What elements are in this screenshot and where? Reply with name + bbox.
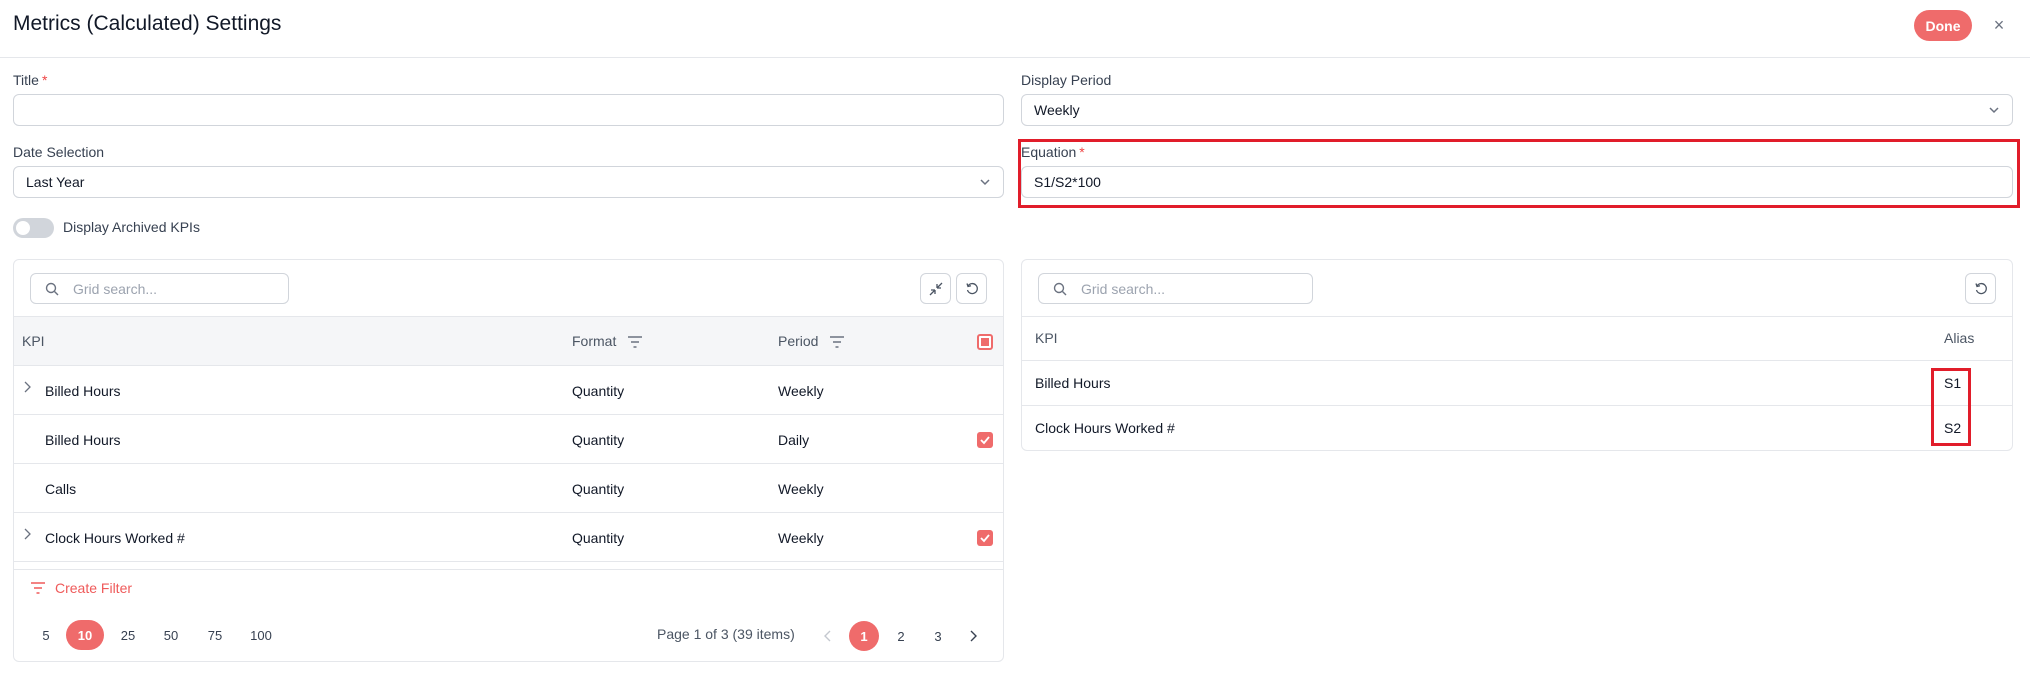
date-selection-label: Date Selection: [13, 144, 105, 160]
chevron-down-icon: [980, 179, 990, 186]
page-size-25[interactable]: 25: [117, 620, 139, 650]
table-row[interactable]: Clock Hours Worked # S2: [1022, 406, 2012, 451]
reset-icon: [1974, 282, 1987, 294]
table-row[interactable]: Calls Quantity Weekly: [14, 464, 1003, 513]
search-icon: [45, 282, 59, 296]
page-info: Page 1 of 3 (39 items): [657, 626, 795, 642]
title-label: Title *: [13, 72, 47, 88]
page-3[interactable]: 3: [923, 621, 953, 651]
search-placeholder: Grid search...: [1081, 280, 1166, 297]
create-filter-label: Create Filter: [55, 580, 133, 596]
archived-kpis-toggle[interactable]: [13, 218, 54, 238]
alias-highlight: [1931, 368, 1971, 446]
row-kpi: Billed Hours: [45, 432, 121, 448]
display-period-select[interactable]: Weekly: [1021, 94, 2013, 126]
row-period: Weekly: [778, 530, 824, 546]
page-2[interactable]: 2: [886, 621, 916, 651]
row-kpi: Calls: [45, 481, 77, 497]
date-selection-value: Last Year: [26, 174, 85, 190]
reset-icon: [965, 282, 978, 294]
check-icon: [980, 534, 990, 543]
collapse-button[interactable]: [920, 273, 951, 304]
date-selection-select[interactable]: Last Year: [13, 166, 1004, 198]
required-mark: *: [41, 72, 48, 88]
create-filter-button[interactable]: Create Filter: [31, 580, 132, 596]
filter-icon[interactable]: [830, 336, 844, 348]
check-icon: [980, 436, 990, 445]
title-input[interactable]: [13, 94, 1004, 126]
row-format: Quantity: [572, 481, 625, 497]
reset-button[interactable]: [956, 273, 987, 304]
collapse-icon: [929, 282, 942, 295]
done-button[interactable]: Done: [1914, 10, 1972, 41]
table-row[interactable]: Billed Hours S1: [1022, 361, 2012, 406]
table-row[interactable]: Clock Hours Worked # Quantity Weekly: [14, 513, 1003, 562]
footer-divider: [14, 569, 1003, 570]
row-period: Weekly: [778, 383, 824, 399]
search-placeholder: Grid search...: [73, 280, 158, 297]
page-size-10[interactable]: 10: [66, 620, 104, 650]
select-all-checkbox[interactable]: [977, 334, 993, 350]
kpi-grid-panel: Grid search... KPI Format Period Billed …: [13, 259, 1004, 662]
kpi-grid-search-input[interactable]: Grid search...: [30, 273, 289, 304]
page-title: Metrics (Calculated) Settings: [13, 12, 282, 35]
row-checkbox[interactable]: [977, 432, 993, 448]
filter-icon[interactable]: [628, 336, 642, 348]
column-kpi[interactable]: KPI: [22, 333, 45, 349]
column-alias: Alias: [1944, 330, 1975, 346]
kpi-grid-header: KPI Format Period: [14, 316, 1003, 366]
row-kpi: Billed Hours: [45, 383, 121, 399]
chevron-right-icon[interactable]: [967, 629, 979, 643]
page-size-100[interactable]: 100: [247, 620, 275, 650]
dialog-header: Metrics (Calculated) Settings Done ×: [0, 0, 2030, 58]
row-period: Weekly: [778, 481, 824, 497]
row-kpi: Clock Hours Worked #: [1035, 420, 1175, 436]
column-kpi: KPI: [1035, 330, 1058, 346]
display-period-label: Display Period: [1021, 72, 1112, 88]
page-size-50[interactable]: 50: [160, 620, 182, 650]
search-icon: [1053, 282, 1067, 296]
table-row[interactable]: Billed Hours Quantity Weekly: [14, 366, 1003, 415]
close-icon[interactable]: ×: [1988, 14, 2010, 36]
alias-grid-header: KPI Alias: [1022, 316, 2012, 361]
title-label-text: Title: [13, 72, 39, 88]
row-kpi: Clock Hours Worked #: [45, 530, 185, 546]
filter-icon: [31, 582, 45, 594]
equation-highlight: [1018, 139, 2020, 208]
row-period: Daily: [778, 432, 810, 448]
chevron-down-icon: [1989, 107, 1999, 114]
display-period-value: Weekly: [1034, 102, 1080, 118]
chevron-right-icon[interactable]: [22, 381, 32, 393]
row-format: Quantity: [572, 383, 625, 399]
row-format: Quantity: [572, 432, 625, 448]
chevron-right-icon[interactable]: [22, 528, 32, 540]
reset-button[interactable]: [1965, 273, 1996, 304]
alias-grid-panel: Grid search... KPI Alias Billed Hours S1…: [1021, 259, 2013, 451]
chevron-left-icon[interactable]: [822, 629, 834, 643]
archived-kpis-label: Display Archived KPIs: [63, 219, 200, 235]
column-format[interactable]: Format: [572, 333, 616, 349]
row-kpi: Billed Hours: [1035, 375, 1111, 391]
toggle-knob: [16, 221, 30, 235]
row-format: Quantity: [572, 530, 625, 546]
alias-grid-search-input[interactable]: Grid search...: [1038, 273, 1313, 304]
page-size-5[interactable]: 5: [36, 620, 56, 650]
row-checkbox[interactable]: [977, 530, 993, 546]
page-1[interactable]: 1: [849, 621, 879, 651]
table-row[interactable]: Billed Hours Quantity Daily: [14, 415, 1003, 464]
page-size-75[interactable]: 75: [204, 620, 226, 650]
column-period[interactable]: Period: [778, 333, 818, 349]
